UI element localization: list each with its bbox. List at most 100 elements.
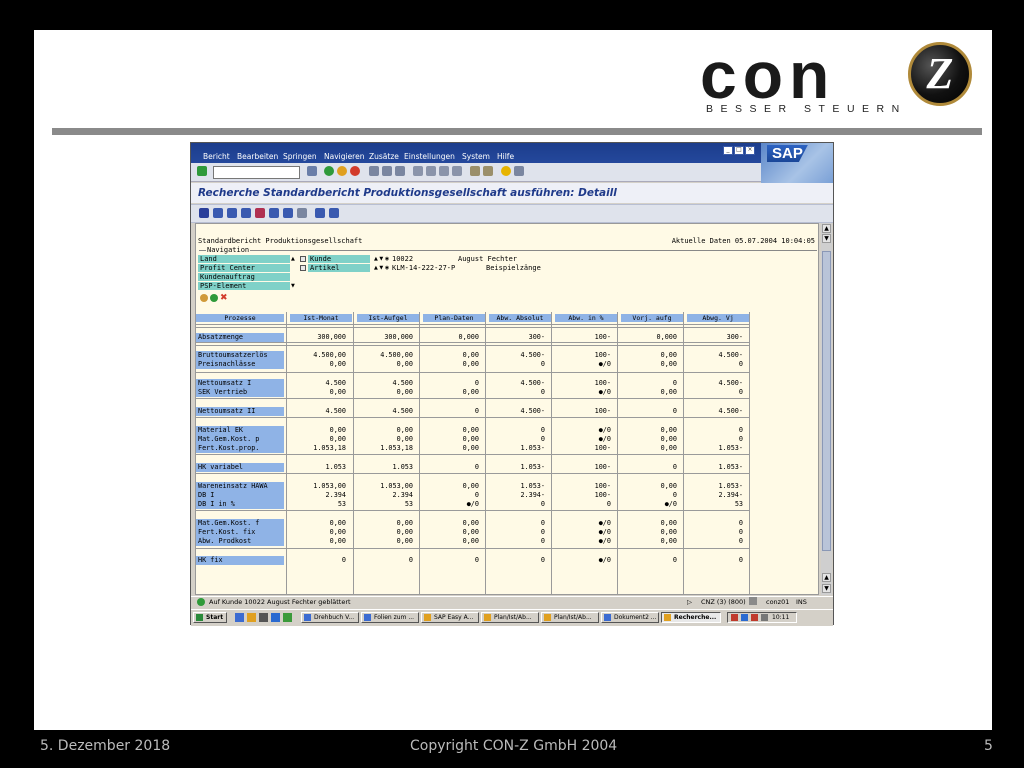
row-label[interactable]: Nettoumsatz I xyxy=(196,379,284,388)
tray-security-icon[interactable] xyxy=(751,614,758,621)
menu-navigieren[interactable]: Navigieren xyxy=(324,152,364,161)
menu-zusaetze[interactable]: Zusätze xyxy=(369,152,399,161)
quicklaunch-excel-icon[interactable] xyxy=(283,613,292,622)
layout-icon[interactable] xyxy=(514,166,524,176)
row-label[interactable]: HK variabel xyxy=(196,463,284,472)
delete-icon[interactable]: ✖ xyxy=(220,294,228,303)
kunde-checkbox[interactable] xyxy=(300,256,306,262)
kunde-controls-icon[interactable]: ▲ ▼ ◉ xyxy=(374,255,389,263)
maximize-icon[interactable]: □ xyxy=(734,146,744,155)
quicklaunch-word-icon[interactable] xyxy=(271,613,280,622)
row-label[interactable]: Nettoumsatz II xyxy=(196,407,284,416)
nav-item-kundenauftrag[interactable]: Kundenauftrag xyxy=(198,273,290,281)
command-field[interactable] xyxy=(213,166,300,179)
scroll-thumb[interactable] xyxy=(822,251,831,551)
chart-icon[interactable] xyxy=(255,208,265,218)
next-page-icon[interactable] xyxy=(439,166,449,176)
exit-icon[interactable] xyxy=(337,166,347,176)
task-plan-ist-1[interactable]: Plan/Ist/Ab... xyxy=(481,612,539,623)
info-icon[interactable] xyxy=(199,208,209,218)
menu-hilfe[interactable]: Hilfe xyxy=(497,152,514,161)
row-label[interactable]: DB I xyxy=(196,491,284,500)
scroll-up-icon[interactable]: ▲ xyxy=(822,224,831,233)
row-label[interactable]: Preisnachlässe xyxy=(196,360,284,369)
minimize-icon[interactable]: _ xyxy=(723,146,733,155)
row-label[interactable]: Fert.Kost.prop. xyxy=(196,444,284,453)
tray-network-icon[interactable] xyxy=(741,614,748,621)
refresh-icon[interactable] xyxy=(210,294,218,302)
row-label[interactable]: Wareneinsatz HAWA xyxy=(196,482,284,491)
start-button[interactable]: Start xyxy=(193,612,227,623)
row-label[interactable]: SEK Vertrieb xyxy=(196,388,284,397)
first-page-icon[interactable] xyxy=(413,166,423,176)
back-icon[interactable] xyxy=(324,166,334,176)
column-header[interactable]: Ist-Aufgel xyxy=(357,314,419,322)
quicklaunch-outlook-icon[interactable] xyxy=(247,613,256,622)
last-page-icon[interactable] xyxy=(452,166,462,176)
nav-scroll-down-icon[interactable]: ▼ xyxy=(291,282,299,290)
artikel-controls-icon[interactable]: ▲ ▼ ◉ xyxy=(374,264,389,272)
find-next-icon[interactable] xyxy=(395,166,405,176)
row-label[interactable]: Bruttoumsatzerlös xyxy=(196,351,284,360)
copy-icon[interactable] xyxy=(213,208,223,218)
row-label[interactable]: Mat.Gem.Kost. f xyxy=(196,519,284,528)
status-expand-icon[interactable]: ▷ xyxy=(687,598,692,606)
edit-icon[interactable] xyxy=(283,208,293,218)
task-plan-ist-2[interactable]: Plan/Ist/Ab... xyxy=(541,612,599,623)
row-label[interactable]: Abw. Prodkost xyxy=(196,537,284,546)
row-label[interactable]: Mat.Gem.Kost. p xyxy=(196,435,284,444)
scroll-page-down-icon[interactable]: ▲ xyxy=(822,573,831,582)
sort-icon[interactable] xyxy=(227,208,237,218)
column-header[interactable]: Prozesse xyxy=(196,314,284,322)
row-label[interactable]: Fert.Kost. fix xyxy=(196,528,284,537)
nav-item-land[interactable]: Land xyxy=(198,255,290,263)
column-header[interactable]: Abw. in % xyxy=(555,314,617,322)
task-dokument2[interactable]: Dokument2 ... xyxy=(601,612,659,623)
tray-app-icon[interactable] xyxy=(731,614,738,621)
row-label[interactable]: Absatzmenge xyxy=(196,333,284,342)
nav-scroll-up-icon[interactable]: ▲ xyxy=(291,255,299,263)
document-icon[interactable] xyxy=(315,208,325,218)
find-icon[interactable] xyxy=(382,166,392,176)
quicklaunch-desktop-icon[interactable] xyxy=(259,613,268,622)
scroll-page-up-icon[interactable]: ▼ xyxy=(822,234,831,243)
print-icon[interactable] xyxy=(369,166,379,176)
cancel-icon[interactable] xyxy=(350,166,360,176)
row-label[interactable]: HK fix xyxy=(196,556,284,565)
task-sap-easy-access[interactable]: SAP Easy A... xyxy=(421,612,479,623)
quicklaunch-ie-icon[interactable] xyxy=(235,613,244,622)
char-artikel[interactable]: Artikel xyxy=(308,264,370,272)
menu-bericht[interactable]: Bericht xyxy=(203,152,230,161)
column-header[interactable]: Ist-Monat xyxy=(290,314,352,322)
column-header[interactable]: Abw. Absolut xyxy=(489,314,551,322)
create-session-icon[interactable] xyxy=(470,166,480,176)
enter-icon[interactable] xyxy=(197,166,207,176)
task-folien[interactable]: Folien zum ... xyxy=(361,612,419,623)
task-recherche[interactable]: Recherche... xyxy=(661,612,721,623)
close-icon[interactable]: × xyxy=(745,146,755,155)
shortcut-icon[interactable] xyxy=(483,166,493,176)
row-label[interactable]: DB I in % xyxy=(196,500,284,509)
nav-item-profit-center[interactable]: Profit Center xyxy=(198,264,290,272)
save-icon[interactable] xyxy=(307,166,317,176)
filter-icon[interactable] xyxy=(241,208,251,218)
artikel-checkbox[interactable] xyxy=(300,265,306,271)
column-header[interactable]: Abwg. Vj xyxy=(687,314,749,322)
nav-item-psp-element[interactable]: PSP-Element xyxy=(198,282,290,290)
vertical-scrollbar[interactable]: ▲ ▼ ▲ ▼ xyxy=(821,223,832,595)
variant-icon[interactable] xyxy=(329,208,339,218)
column-header[interactable]: Vorj. aufg xyxy=(621,314,683,322)
menu-einstellungen[interactable]: Einstellungen xyxy=(404,152,455,161)
tray-volume-icon[interactable] xyxy=(761,614,768,621)
task-drehbuch[interactable]: Drehbuch V... xyxy=(301,612,359,623)
menu-bearbeiten[interactable]: Bearbeiten xyxy=(237,152,278,161)
previous-page-icon[interactable] xyxy=(426,166,436,176)
person-icon[interactable] xyxy=(200,294,208,302)
help-icon[interactable] xyxy=(501,166,511,176)
scroll-down-icon[interactable]: ▼ xyxy=(822,584,831,593)
export-icon[interactable] xyxy=(269,208,279,218)
char-kunde[interactable]: Kunde xyxy=(308,255,370,263)
menu-system[interactable]: System xyxy=(462,152,490,161)
column-header[interactable]: Plan-Daten xyxy=(423,314,485,322)
menu-springen[interactable]: Springen xyxy=(283,152,317,161)
